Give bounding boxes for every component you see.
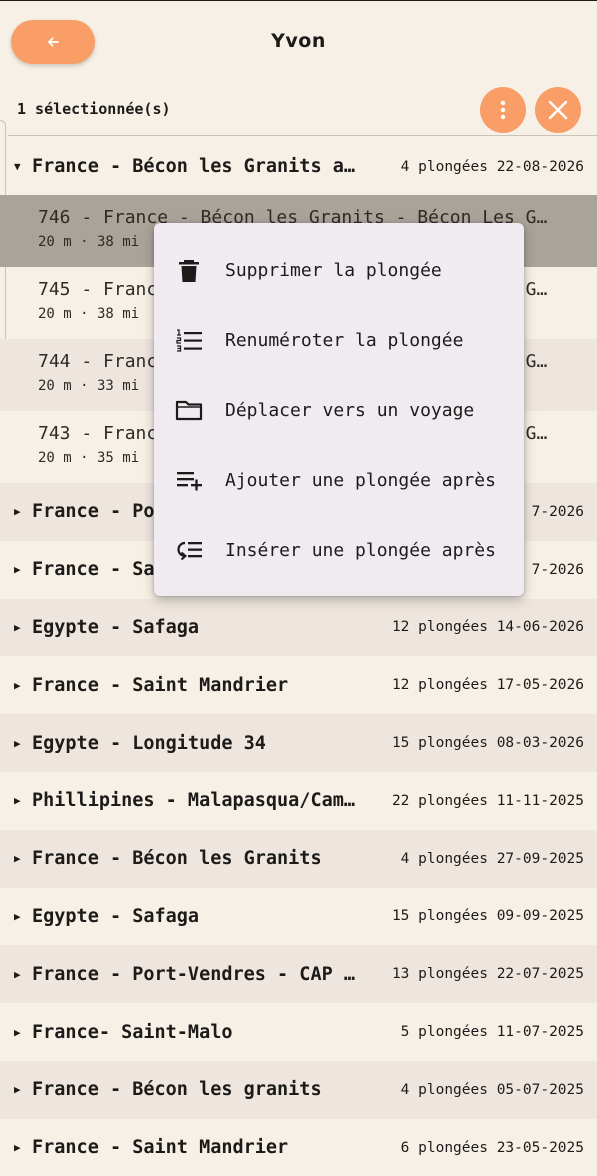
numbered-list-icon	[174, 325, 204, 355]
header: Yvon	[0, 0, 597, 86]
collapsed-triangle-icon: ▶	[14, 909, 21, 923]
collapsed-triangle-icon: ▶	[14, 967, 21, 981]
selection-count: 1 sélectionnée(s)	[17, 100, 171, 118]
collapsed-triangle-icon: ▶	[14, 852, 21, 866]
menu-item-insert-dive-after[interactable]: Insérer une plongée après	[154, 515, 524, 585]
collapsed-triangle-icon: ▶	[14, 794, 21, 808]
menu-item-label: Insérer une plongée après	[225, 539, 496, 561]
trip-meta: 15 plongées 08-03-2026	[391, 735, 584, 752]
trip-row[interactable]: ▶ Egypte - Safaga 12 plongées 14-06-2026	[0, 598, 597, 657]
trip-name: Egypte - Safaga	[32, 905, 200, 927]
trip-meta: 12 plongées 14-06-2026	[391, 619, 584, 636]
trip-name: France - Bécon les Granits	[32, 848, 322, 870]
more-options-button[interactable]	[480, 87, 526, 133]
collapsed-triangle-icon: ▶	[14, 678, 21, 692]
playlist-add-icon	[174, 465, 204, 495]
collapsed-triangle-icon: ▶	[14, 1025, 21, 1039]
trip-meta: 7-2026	[531, 503, 584, 520]
trip-meta: 5 plongées 11-07-2025	[400, 1024, 584, 1041]
trip-row[interactable]: ▶ France - Saint Mandrier 12 plongées 17…	[0, 656, 597, 714]
page-title: Yvon	[271, 30, 326, 52]
clear-selection-button[interactable]	[535, 87, 581, 133]
expanded-triangle-icon: ▼	[14, 160, 21, 173]
menu-item-label: Déplacer vers un voyage	[225, 399, 475, 421]
trip-meta: 12 plongées 17-05-2026	[391, 677, 584, 694]
trip-row[interactable]: ▶ France - Bécon les Granits 4 plongées …	[0, 829, 597, 888]
trip-row[interactable]: ▶ France - Port-Vendres - CAP … 13 plong…	[0, 945, 597, 1004]
menu-item-move-to-trip[interactable]: Déplacer vers un voyage	[154, 375, 524, 445]
trip-name: France - Bécon les Granits a…	[32, 156, 356, 177]
collapsed-triangle-icon: ▶	[14, 736, 21, 750]
menu-item-label: Ajouter une plongée après	[225, 469, 496, 491]
collapsed-triangle-icon: ▶	[14, 563, 21, 577]
folder-icon	[174, 395, 204, 425]
trip-meta: 6 plongées 23-05-2025	[400, 1139, 584, 1156]
collapsed-triangle-icon: ▶	[14, 1083, 21, 1097]
trip-row[interactable]: ▶ France - Saint Mandrier 6 plongées 23-…	[0, 1119, 597, 1176]
trip-name: France - Port-Vendres - CAP …	[32, 963, 356, 985]
close-icon	[548, 100, 568, 120]
collapsed-triangle-icon: ▶	[14, 620, 21, 634]
more-vertical-icon	[500, 100, 506, 120]
trip-name: France - Saint Mandrier	[32, 1137, 289, 1159]
insert-list-icon	[174, 535, 204, 565]
trip-meta: 4 plongées 22-08-2026	[400, 158, 584, 175]
trip-name: France - Bécon les granits	[32, 1079, 322, 1101]
trip-name: Egypte - Safaga	[32, 616, 200, 638]
list-divider	[8, 135, 597, 136]
trip-name: France - Saint Mandrier	[32, 674, 289, 696]
collapsed-triangle-icon: ▶	[14, 1141, 21, 1155]
trip-meta: 13 plongées 22-07-2025	[391, 966, 584, 983]
trip-meta: 4 plongées 27-09-2025	[400, 850, 584, 867]
menu-item-label: Supprimer la plongée	[225, 259, 442, 281]
menu-item-delete-dive[interactable]: Supprimer la plongée	[154, 235, 524, 305]
app-screen: Yvon 1 sélectionnée(s) ▼ France - Bécon …	[0, 0, 597, 1176]
menu-item-label: Renuméroter la plongée	[225, 329, 464, 351]
menu-item-renumber-dive[interactable]: Renuméroter la plongée	[154, 305, 524, 375]
context-menu: Supprimer la plongée Renuméroter la plon…	[154, 223, 524, 596]
trip-meta: 15 plongées 09-09-2025	[391, 908, 584, 925]
trip-row[interactable]: ▶ France- Saint-Malo 5 plongées 11-07-20…	[0, 1003, 597, 1061]
trip-name: Phillipines - Malapasqua/Cam…	[32, 790, 356, 812]
trip-row[interactable]: ▶ Phillipines - Malapasqua/Cam… 22 plong…	[0, 772, 597, 830]
collapsed-triangle-icon: ▶	[14, 505, 21, 519]
trip-row-expanded[interactable]: ▼ France - Bécon les Granits a… 4 plongé…	[0, 138, 597, 195]
trip-name: Egypte - Longitude 34	[32, 732, 266, 754]
trash-icon	[174, 255, 204, 285]
trip-row[interactable]: ▶ Egypte - Safaga 15 plongées 09-09-2025	[0, 888, 597, 946]
trip-meta: 4 plongées 05-07-2025	[400, 1081, 584, 1098]
trip-row[interactable]: ▶ France - Bécon les granits 4 plongées …	[0, 1060, 597, 1119]
menu-item-add-dive-after[interactable]: Ajouter une plongée après	[154, 445, 524, 515]
trip-meta: 22 plongées 11-11-2025	[391, 792, 584, 809]
trip-name: France- Saint-Malo	[32, 1021, 233, 1043]
trip-row[interactable]: ▶ Egypte - Longitude 34 15 plongées 08-0…	[0, 714, 597, 772]
trip-meta: 7-2026	[531, 561, 584, 578]
